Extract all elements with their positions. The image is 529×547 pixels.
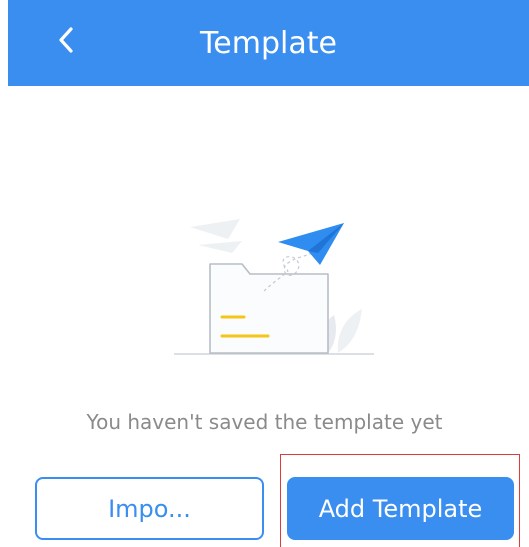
template-screen: Template You haven't saved the template … [0,0,529,547]
app-header: Template [8,0,529,86]
add-template-button-label: Add Template [318,494,483,523]
import-button-label: Impo... [108,494,191,523]
decor-streak [198,241,242,253]
import-button[interactable]: Impo... [35,477,264,540]
decor-streak [190,219,240,239]
back-button[interactable] [44,18,88,62]
folder-icon [209,263,329,354]
decor-leaf [337,309,362,353]
empty-state-message: You haven't saved the template yet [86,410,443,434]
chevron-left-icon [59,27,73,53]
paper-plane-icon [278,223,344,265]
add-template-button[interactable]: Add Template [287,477,514,540]
empty-state-illustration [174,219,374,355]
